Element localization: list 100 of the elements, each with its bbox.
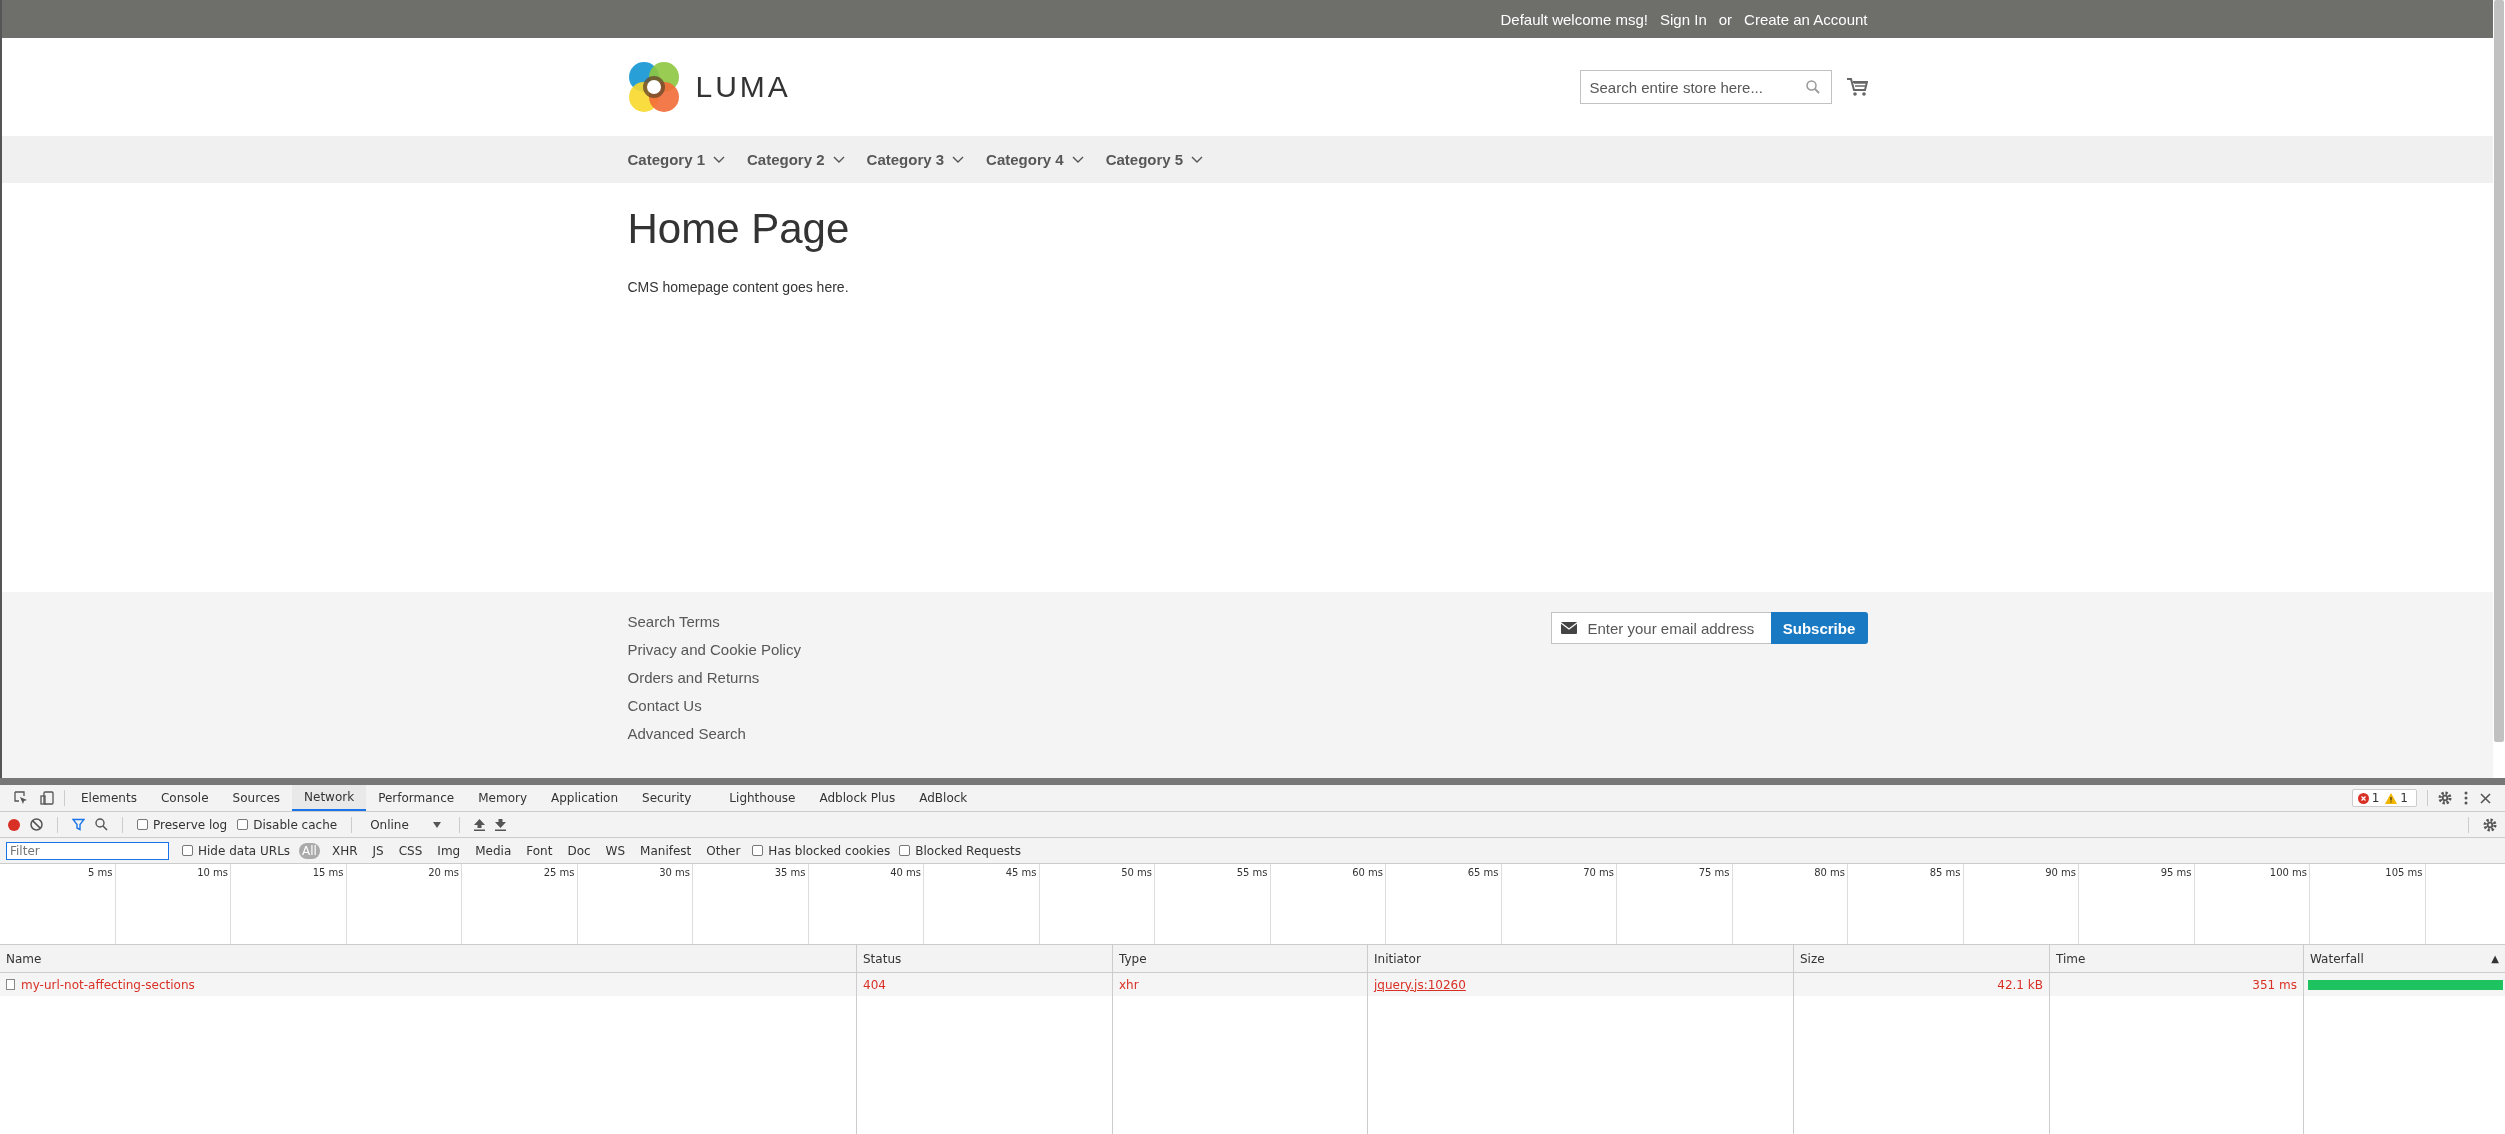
download-icon[interactable] xyxy=(494,818,506,831)
device-toolbar-icon[interactable] xyxy=(40,791,54,805)
search-icon[interactable] xyxy=(95,818,108,831)
devtools-tab[interactable]: Performance xyxy=(366,785,467,811)
time-tick-label: 85 ms xyxy=(1929,867,1961,878)
time-tick-label: 60 ms xyxy=(1352,867,1383,878)
welcome-message: Default welcome msg! xyxy=(1500,10,1649,28)
cart-icon[interactable] xyxy=(1845,77,1868,97)
type-filter-button[interactable]: Other xyxy=(703,842,744,859)
checkbox-option[interactable]: Has blocked cookies xyxy=(752,843,891,858)
chevron-down-icon[interactable] xyxy=(713,155,726,164)
type-filter-button[interactable]: WS xyxy=(602,842,629,859)
chevron-down-icon[interactable] xyxy=(1191,155,1204,164)
devtools-tab[interactable]: Security xyxy=(630,785,704,811)
throttling-dropdown[interactable]: Online xyxy=(366,817,445,832)
type-filter-button[interactable]: XHR xyxy=(328,842,361,859)
chevron-down-icon[interactable] xyxy=(952,155,965,164)
time-tick-label: 90 ms xyxy=(2045,867,2076,878)
column-header[interactable]: Size xyxy=(1800,951,1825,966)
column-header[interactable]: Time xyxy=(2056,951,2086,966)
type-filter-button[interactable]: CSS xyxy=(395,842,426,859)
category-menu-item[interactable]: Category 4 xyxy=(986,151,1084,168)
close-icon[interactable] xyxy=(2480,792,2491,804)
devtools-tab[interactable]: AdBlock xyxy=(907,785,980,811)
table-cell: 351 ms xyxy=(2252,977,2297,992)
logo-text[interactable]: LUMA xyxy=(695,70,791,104)
category-menu-item[interactable]: Category 1 xyxy=(627,151,726,168)
time-tick-label: 55 ms xyxy=(1236,867,1268,878)
column-header[interactable]: Type xyxy=(1119,951,1147,966)
time-tick-label: 35 ms xyxy=(774,867,806,878)
time-tick-label: 5 ms xyxy=(88,867,113,878)
filter-field[interactable]: Filter xyxy=(6,841,169,860)
column-header[interactable]: Waterfall xyxy=(2310,951,2364,966)
category-menu-item[interactable]: Category 5 xyxy=(1105,151,1204,168)
record-button[interactable] xyxy=(8,818,20,831)
issues-badge[interactable]: 1 1 xyxy=(2351,789,2417,807)
devtools-tab[interactable]: Adblock Plus xyxy=(807,785,908,811)
caret-icon[interactable] xyxy=(432,821,441,828)
devtools-tab[interactable]: Lighthouse xyxy=(717,785,808,811)
checkbox-option[interactable]: Hide data URLs xyxy=(182,843,291,858)
warning-icon xyxy=(2385,792,2398,804)
chevron-down-icon[interactable] xyxy=(1071,155,1084,164)
filter-icon[interactable] xyxy=(72,818,85,831)
search-icon[interactable] xyxy=(1805,80,1820,94)
checkbox-option[interactable]: Disable cache xyxy=(237,817,338,832)
checkbox-option[interactable]: Blocked Requests xyxy=(899,843,1022,858)
footer-link[interactable]: Advanced Search xyxy=(627,724,801,743)
type-filter-button[interactable]: Media xyxy=(472,842,515,859)
table-cell: 404 xyxy=(863,977,886,992)
devtools-tab[interactable]: Console xyxy=(148,785,221,811)
scrollbar[interactable] xyxy=(2494,0,2504,742)
header-link[interactable]: Sign In xyxy=(1660,10,1707,28)
settings-icon[interactable] xyxy=(2438,791,2452,805)
more-options-icon[interactable] xyxy=(2464,791,2468,805)
footer-link[interactable]: Orders and Returns xyxy=(627,668,801,687)
category-menu-item[interactable]: Category 2 xyxy=(747,151,845,168)
email-field[interactable]: Enter your email address xyxy=(1550,612,1771,644)
type-filter-button[interactable]: Img xyxy=(434,842,464,859)
initiator-link[interactable]: jquery.js:10260 xyxy=(1374,977,1466,992)
devtools-tab[interactable]: Application xyxy=(539,785,631,811)
footer-link[interactable]: Privacy and Cookie Policy xyxy=(627,640,801,659)
subscribe-button[interactable]: Subscribe xyxy=(1770,612,1868,644)
category-menu-item[interactable]: Category 3 xyxy=(866,151,965,168)
time-tick-label: 65 ms xyxy=(1467,867,1499,878)
devtools-tab[interactable]: Network xyxy=(292,785,367,811)
column-header[interactable]: Status xyxy=(863,951,902,966)
time-tick-label: 45 ms xyxy=(1005,867,1037,878)
time-tick-label: 25 ms xyxy=(543,867,575,878)
search-field[interactable]: Search entire store here... xyxy=(1579,70,1832,104)
inspect-icon[interactable] xyxy=(14,791,28,805)
type-filter-button[interactable]: Manifest xyxy=(637,842,695,859)
devtools-tab[interactable]: Sources xyxy=(220,785,293,811)
request-name[interactable]: my-url-not-affecting-sections xyxy=(21,977,195,992)
page-title: Home Page xyxy=(627,205,851,253)
table-cell: 42.1 kB xyxy=(1997,977,2043,992)
sort-icon[interactable]: ▲ xyxy=(2491,953,2499,964)
time-tick-label: 15 ms xyxy=(312,867,344,878)
clear-icon[interactable] xyxy=(30,818,43,831)
checkbox-option[interactable]: Preserve log xyxy=(137,817,228,832)
time-tick-label: 20 ms xyxy=(428,867,459,878)
column-header[interactable]: Name xyxy=(6,951,42,966)
time-tick-label: 100 ms xyxy=(2269,867,2307,878)
time-tick-label: 30 ms xyxy=(659,867,690,878)
chevron-down-icon[interactable] xyxy=(832,155,845,164)
type-filter-button[interactable]: Font xyxy=(523,842,556,859)
upload-icon[interactable] xyxy=(473,818,485,831)
devtools-tab[interactable]: Elements xyxy=(69,785,149,811)
logo-icon[interactable] xyxy=(627,61,680,113)
settings-icon[interactable] xyxy=(2483,817,2497,832)
devtools-tab[interactable]: Memory xyxy=(466,785,539,811)
header-link[interactable]: Create an Account xyxy=(1744,10,1868,28)
column-header[interactable]: Initiator xyxy=(1374,951,1421,966)
footer-link[interactable]: Contact Us xyxy=(627,696,801,715)
type-filter-button[interactable]: JS xyxy=(369,842,387,859)
error-count: 1 xyxy=(2371,791,2380,805)
footer-link[interactable]: Search Terms xyxy=(627,612,801,631)
table-cell: xhr xyxy=(1119,977,1139,992)
warning-count: 1 xyxy=(2400,791,2408,805)
type-filter-button[interactable]: Doc xyxy=(564,842,594,859)
separator-text: or xyxy=(1718,10,1733,28)
